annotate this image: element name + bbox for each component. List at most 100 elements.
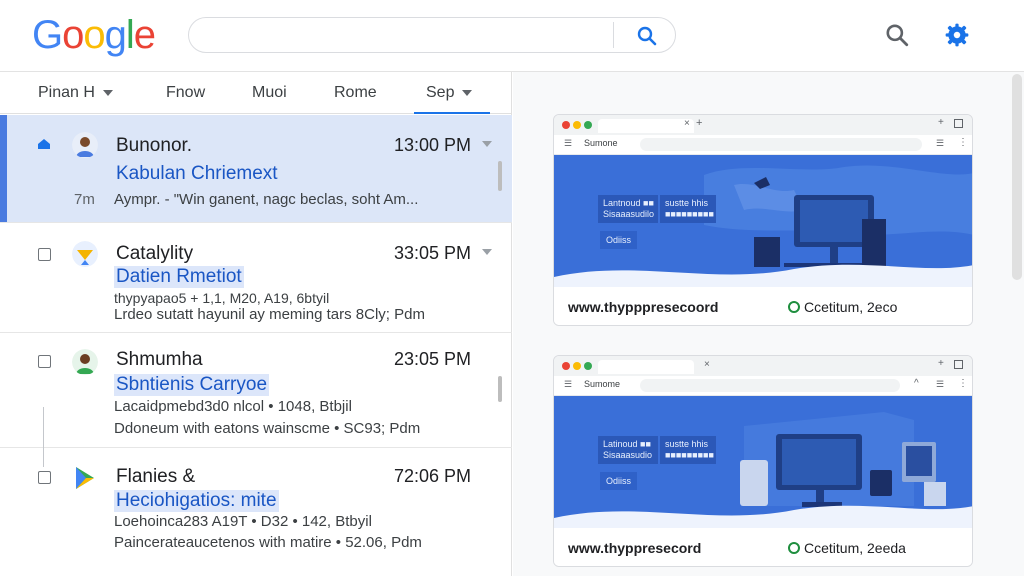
window-icon (954, 360, 963, 369)
status-icon (788, 301, 800, 313)
logo-letter: l (125, 13, 135, 57)
email-row[interactable]: Shmumha 23:05 PM Sbntienis Carryoe Lacai… (0, 334, 512, 448)
card-meta-text: Ccetitum, 2eeda (804, 540, 906, 556)
email-age: 7m (74, 191, 95, 208)
browser-tab (598, 360, 694, 374)
close-dot (562, 121, 570, 129)
logo-letter: o (83, 13, 105, 57)
preview-card[interactable]: × + ☰ Sumome ^ ☰ ⋮ Latinoud ■■ Sisaaasud… (553, 355, 973, 567)
email-subject: Datien Rmetiot (114, 266, 244, 288)
logo-letter: G (32, 13, 63, 57)
more-icon: ⋮ (958, 137, 968, 148)
email-subject: Heciohigatios: mite (114, 490, 279, 512)
email-time: 72:06 PM (394, 466, 472, 486)
tab-label: Rome (334, 84, 377, 101)
tab-muoi[interactable]: Muoi (252, 72, 287, 114)
close-icon: × (704, 359, 710, 370)
preview-card[interactable]: × + + ☰ Sumone ☰ ⋮ Lantnoud ■■ Sisaaasud… (553, 114, 973, 326)
email-row[interactable]: Bunonor. 13:00 PM Kabulan Chriemext 7m A… (0, 115, 512, 223)
minimize-dot (573, 362, 581, 370)
hero-cta-button[interactable]: Odiiss (600, 472, 638, 490)
tab-label: Muoi (252, 84, 287, 101)
card-meta-text: Ccetitum, 2eco (804, 299, 898, 315)
chevron-down-icon (462, 89, 473, 96)
hero-text: Lantnoud ■■ Sisaaasudilo (598, 195, 658, 223)
category-tabs: Pinan H Fnow Muoi Rome Sep (0, 72, 512, 114)
search-icon[interactable] (884, 22, 910, 48)
menu-icon: ☰ (564, 379, 573, 389)
tab-fnow[interactable]: Fnow (166, 72, 205, 114)
chevron-down-icon[interactable] (482, 141, 492, 147)
email-row[interactable]: Flanies & 72:06 PM Heciohigatios: mite L… (0, 449, 512, 576)
chevron-up-icon: ^ (914, 378, 919, 389)
preview-panel: × + + ☰ Sumone ☰ ⋮ Lantnoud ■■ Sisaaasud… (513, 72, 1024, 576)
app-header: Google (0, 0, 1024, 72)
close-dot (562, 362, 570, 370)
hero-text: Latinoud ■■ Sisaaasudio (598, 436, 658, 464)
email-snippet: Ddoneum with eatons wainscme • SC93; Pdm (114, 420, 421, 437)
email-row[interactable]: Catalylity 33:05 PM Datien Rmetiot thypy… (0, 224, 512, 333)
address-bar: ☰ Sumone ☰ ⋮ (554, 135, 972, 155)
email-sender: Catalylity (116, 243, 194, 264)
tab-pinan[interactable]: Pinan H (38, 72, 113, 114)
row-checkbox[interactable] (38, 248, 51, 261)
person-icon (72, 349, 98, 375)
email-list-panel: Pinan H Fnow Muoi Rome Sep Bunonor. 13:0… (0, 72, 512, 576)
inbox-icon (38, 139, 50, 149)
avatar (72, 349, 98, 375)
email-time: 13:00 PM (394, 135, 472, 155)
avatar (72, 241, 98, 267)
tab-sep[interactable]: Sep (414, 72, 490, 114)
maximize-dot (584, 121, 592, 129)
logo-letter: e (133, 13, 156, 57)
gear-icon[interactable] (944, 22, 970, 48)
row-checkbox[interactable] (38, 471, 51, 484)
play-icon (76, 467, 94, 489)
hero-cta-button[interactable]: Odiiss (600, 231, 638, 249)
email-meta: thypyapao5 + 1,1, M20, A19, 6btyil (114, 290, 330, 306)
avatar (72, 132, 98, 158)
email-subject: Sbntienis Carryoe (114, 374, 270, 396)
more-icon: ⋮ (958, 378, 968, 389)
extension-icon: + (938, 358, 944, 369)
search-input[interactable] (205, 24, 605, 46)
tab-label: Sep (426, 84, 455, 101)
email-time: 33:05 PM (394, 243, 472, 263)
row-scroll-indicator (498, 376, 502, 402)
browser-chrome: × + (554, 356, 972, 376)
maximize-dot (584, 362, 592, 370)
chevron-down-icon (102, 89, 113, 96)
row-scroll-indicator (498, 161, 502, 191)
extension-icon: + (938, 117, 944, 128)
address-bar: ☰ Sumome ^ ☰ ⋮ (554, 376, 972, 396)
star-icon (72, 241, 98, 267)
close-icon: × (684, 118, 690, 129)
page-scrollbar[interactable] (1012, 74, 1022, 280)
plus-icon: + (696, 117, 703, 129)
page-tab-text: Sumone (584, 138, 618, 148)
browser-chrome: × + + (554, 115, 972, 135)
tab-rome[interactable]: Rome (334, 72, 377, 114)
chevron-down-icon[interactable] (482, 249, 492, 255)
hero-banner: Lantnoud ■■ Sisaaasudilo sustte hhis ■■■… (554, 155, 972, 287)
email-time: 23:05 PM (394, 349, 472, 369)
card-site-url[interactable]: www.thypppresecoord (568, 299, 718, 315)
browser-tab (598, 119, 694, 133)
search-divider (613, 22, 614, 48)
search-bar[interactable] (188, 17, 676, 53)
google-logo[interactable]: Google (32, 13, 156, 58)
url-pill (640, 138, 922, 151)
email-meta: Loehoinca283 A19T • D32 • 142, Btbyil (114, 513, 372, 530)
email-sender: Bunonor. (116, 135, 193, 156)
hero-text: sustte hhis ■■■■■■■■■ (660, 195, 716, 223)
card-footer: www.thypppresecoord Ccetitum, 2eco (554, 287, 972, 325)
window-icon (954, 119, 963, 128)
card-meta: Ccetitum, 2eeda (788, 540, 906, 556)
search-icon[interactable] (635, 24, 659, 48)
row-checkbox[interactable] (38, 355, 51, 368)
email-subject: Kabulan Chriemext (116, 163, 278, 184)
tab-label: Fnow (166, 84, 206, 101)
status-icon (788, 542, 800, 554)
card-site-url[interactable]: www.thyppresecord (568, 540, 701, 556)
menu-icon: ☰ (564, 138, 573, 148)
